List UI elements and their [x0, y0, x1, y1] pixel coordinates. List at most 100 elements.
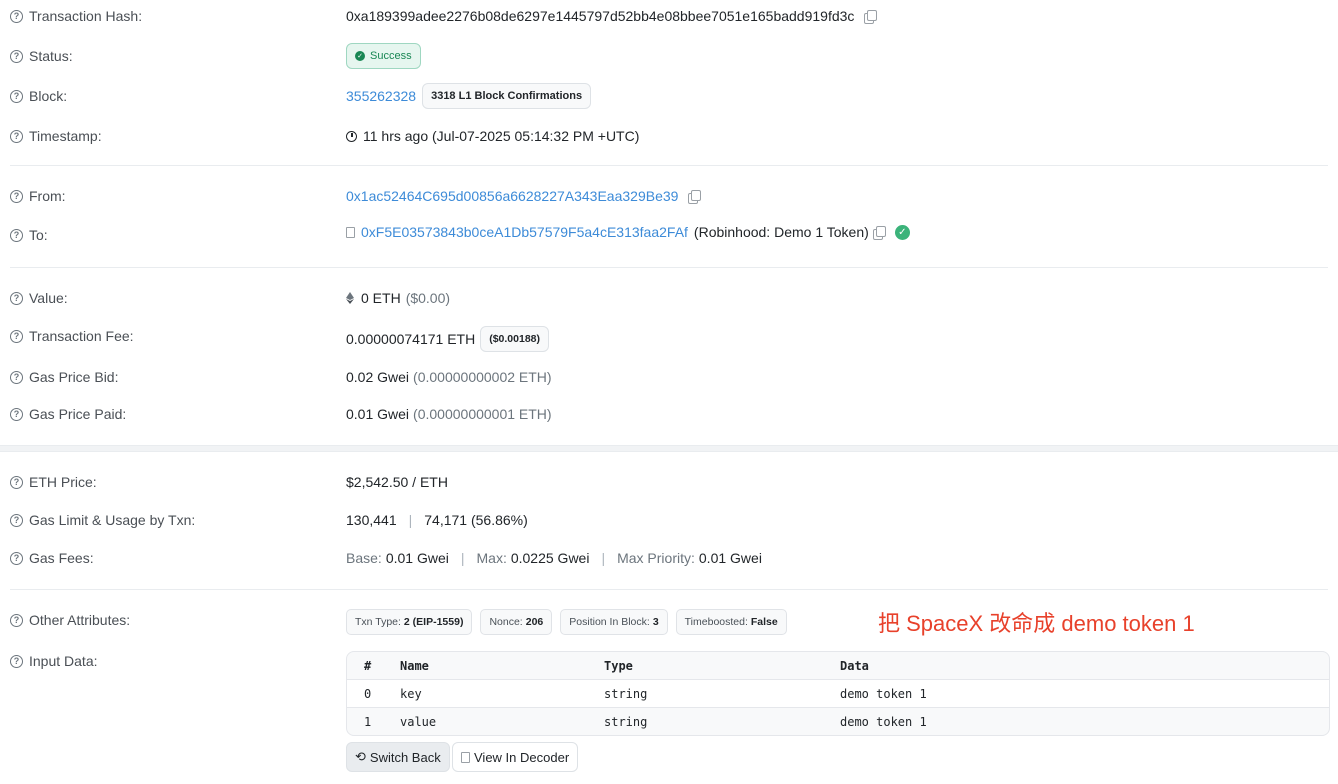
tx-hash-label: Transaction Hash:: [29, 8, 143, 24]
gas-price-paid-label: Gas Price Paid:: [29, 406, 127, 422]
from-row: ? From: 0x1ac52464C695d00856a6628227A343E…: [0, 183, 1338, 209]
gas-price-paid-eth: (0.00000000001 ETH): [413, 406, 552, 422]
separator: |: [601, 550, 606, 566]
txn-type-chip: Txn Type: 2 (EIP-1559): [346, 609, 473, 635]
annotation-text: 把 SpaceX 改命成 demo token 1: [878, 611, 1195, 636]
separator: |: [408, 512, 413, 528]
divider: [10, 165, 1328, 166]
gas-fees-row: ? Gas Fees: Base: 0.01 Gwei | Max: 0.0225 G…: [0, 545, 1338, 571]
separator: |: [460, 550, 465, 566]
help-icon[interactable]: ?: [10, 291, 23, 305]
help-icon[interactable]: ?: [10, 551, 23, 565]
block-confirmations-badge: 3318 L1 Block Confirmations: [422, 83, 592, 109]
base-fee-value: 0.01 Gwei: [385, 550, 449, 566]
to-label: To:: [29, 227, 48, 243]
view-in-decoder-button[interactable]: View In Decoder: [452, 742, 579, 772]
tx-fee-label: Transaction Fee:: [29, 328, 134, 344]
switch-back-button[interactable]: ⟲ Switch Back: [346, 742, 450, 772]
block-row: ? Block: 355262328 3318 L1 Block Confirmat…: [0, 83, 1338, 109]
status-badge: ✓ Success: [346, 43, 421, 69]
help-icon[interactable]: ?: [10, 407, 23, 421]
timestamp-value: 11 hrs ago (Jul-07-2025 05:14:32 PM +UTC…: [363, 128, 640, 144]
document-icon: [461, 751, 470, 763]
eth-price-label: ETH Price:: [29, 474, 97, 490]
help-icon[interactable]: ?: [10, 475, 23, 489]
gas-price-bid-row: ? Gas Price Bid: 0.02 Gwei (0.00000000002 …: [0, 364, 1338, 390]
tx-hash-row: ? Transaction Hash: 0xa189399adee2276b08d…: [0, 3, 1338, 29]
help-icon[interactable]: ?: [10, 9, 23, 23]
max-priority-label: Max Priority:: [617, 550, 695, 566]
tx-fee-row: ? Transaction Fee: 0.00000074171 ETH ($0.0…: [0, 323, 1338, 352]
check-circle-icon: ✓: [355, 51, 365, 61]
gas-fees-label: Gas Fees:: [29, 550, 94, 566]
input-data-table: # Name Type Data 0 key string demo token…: [346, 651, 1330, 736]
value-amount: 0 ETH: [361, 290, 401, 306]
divider: [10, 267, 1328, 268]
table-row: 0 key string demo token 1: [347, 680, 1329, 707]
from-label: From:: [29, 188, 66, 204]
eth-price-value: $2,542.50 / ETH: [346, 474, 448, 490]
help-icon[interactable]: ?: [10, 613, 23, 627]
gas-limit-row: ? Gas Limit & Usage by Txn: 130,441 | 74,17…: [0, 507, 1338, 533]
max-priority-value: 0.01 Gwei: [698, 550, 762, 566]
tx-hash-value: 0xa189399adee2276b08de6297e1445797d52bb4…: [346, 8, 855, 24]
nonce-chip: Nonce: 206: [480, 609, 553, 635]
status-value: Success: [370, 50, 412, 62]
to-row: ? To: 0xF5E03573843b0ceA1Db57579F5a4cE313…: [0, 222, 1338, 248]
column-header: Data: [840, 658, 869, 673]
column-header: Type: [604, 658, 633, 673]
copy-icon[interactable]: [688, 189, 702, 204]
max-fee-value: 0.0225 Gwei: [510, 550, 590, 566]
value-row: ? Value: 0 ETH ($0.00): [0, 285, 1338, 311]
undo-icon: ⟲: [355, 749, 366, 764]
copy-icon[interactable]: [864, 9, 878, 24]
base-fee-label: Base:: [346, 550, 382, 566]
gas-price-bid-label: Gas Price Bid:: [29, 369, 119, 385]
gas-limit-value: 130,441: [346, 512, 397, 528]
gas-usage-value: 74,171 (56.86%): [424, 512, 528, 528]
verified-check-icon: ✓: [894, 224, 910, 240]
timestamp-row: ? Timestamp: 11 hrs ago (Jul-07-2025 05:1…: [0, 123, 1338, 149]
gas-price-paid-row: ? Gas Price Paid: 0.01 Gwei (0.00000000001…: [0, 401, 1338, 427]
column-header: #: [364, 658, 372, 673]
help-icon[interactable]: ?: [10, 228, 23, 242]
input-data-label: Input Data:: [29, 653, 98, 669]
column-header: Name: [400, 658, 429, 673]
tx-fee-usd-badge: ($0.00188): [480, 326, 550, 352]
table-header: # Name Type Data: [347, 652, 1329, 679]
other-attributes-label: Other Attributes:: [29, 612, 131, 628]
to-contract-name: (Robinhood: Demo 1 Token): [693, 224, 869, 240]
help-icon[interactable]: ?: [10, 654, 23, 668]
value-usd: ($0.00): [405, 290, 451, 306]
gas-price-paid-gwei: 0.01 Gwei: [346, 406, 410, 422]
status-label: Status:: [29, 48, 73, 64]
block-number-link[interactable]: 355262328: [346, 88, 416, 104]
section-separator: [0, 445, 1338, 452]
help-icon[interactable]: ?: [10, 189, 23, 203]
table-row: 1 value string demo token 1: [364, 714, 927, 729]
help-icon[interactable]: ?: [10, 89, 23, 103]
tx-fee-amount: 0.00000074171 ETH: [346, 331, 476, 347]
ethereum-icon: [346, 292, 354, 304]
help-icon[interactable]: ?: [10, 49, 23, 63]
timeboosted-chip: Timeboosted: False: [675, 609, 787, 635]
block-label: Block:: [29, 88, 68, 104]
gas-limit-label: Gas Limit & Usage by Txn:: [29, 512, 196, 528]
clock-icon: [346, 130, 357, 142]
status-row: ? Status: ✓ Success: [0, 43, 1338, 69]
to-address-link[interactable]: 0xF5E03573843b0ceA1Db57579F5a4cE313faa2F…: [361, 224, 688, 240]
divider: [10, 589, 1328, 590]
value-label: Value:: [29, 290, 68, 306]
eth-price-row: ? ETH Price: $2,542.50 / ETH: [0, 469, 1338, 495]
help-icon[interactable]: ?: [10, 513, 23, 527]
gas-price-bid-gwei: 0.02 Gwei: [346, 369, 410, 385]
contract-file-icon: [346, 226, 355, 238]
timestamp-label: Timestamp:: [29, 128, 102, 144]
gas-price-bid-eth: (0.00000000002 ETH): [413, 369, 552, 385]
help-icon[interactable]: ?: [10, 129, 23, 143]
max-fee-label: Max:: [476, 550, 507, 566]
copy-icon[interactable]: [872, 225, 886, 240]
help-icon[interactable]: ?: [10, 370, 23, 384]
from-address-link[interactable]: 0x1ac52464C695d00856a6628227A343Eaa329Be…: [346, 188, 678, 204]
help-icon[interactable]: ?: [10, 329, 23, 343]
